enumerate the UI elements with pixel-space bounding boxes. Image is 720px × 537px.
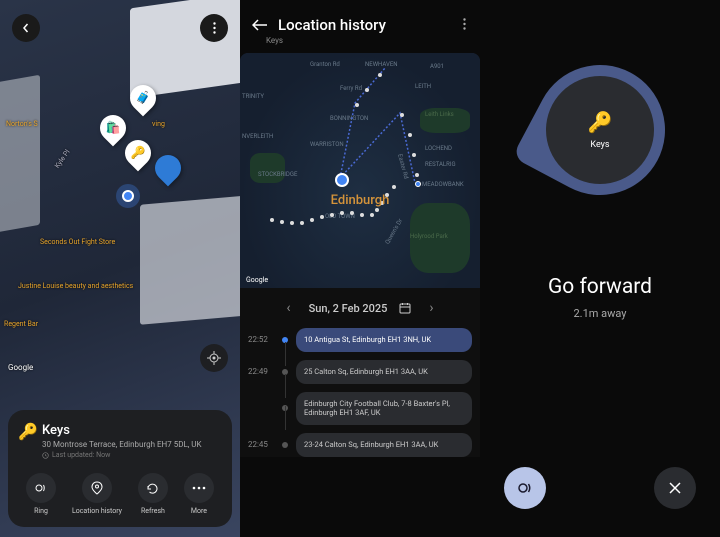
key-icon: 🔑 — [18, 422, 34, 438]
refresh-icon — [146, 482, 159, 495]
google-attribution: Google — [8, 363, 33, 372]
refresh-action[interactable]: Refresh — [138, 473, 168, 515]
google-attribution: Google — [246, 276, 268, 284]
back-button[interactable] — [12, 14, 40, 42]
more-vertical-icon — [213, 22, 216, 34]
history-panel: Location history Keys Granton Rd NEWHAVE… — [240, 0, 480, 537]
history-entry[interactable]: 22:49 25 Calton Sq, Edinburgh EH1 3AA, U… — [248, 360, 472, 384]
more-button[interactable] — [200, 14, 228, 42]
direction-instruction: Go forward — [480, 275, 720, 299]
item-name: Keys — [42, 423, 70, 438]
more-button[interactable] — [463, 18, 466, 30]
map-pin-luggage[interactable]: 🧳 — [130, 85, 156, 117]
current-date: Sun, 2 Feb 2025 — [309, 302, 388, 315]
calendar-button[interactable] — [399, 302, 411, 314]
entry-time: 22:45 — [248, 440, 274, 449]
entry-address: Edinburgh City Football Club, 7-8 Baxter… — [296, 392, 472, 426]
history-entry[interactable]: Edinburgh City Football Club, 7-8 Baxter… — [248, 392, 472, 426]
item-details-card: 🔑 Keys 30 Montrose Terrace, Edinburgh EH… — [8, 410, 232, 527]
entry-address: 23-24 Calton Sq, Edinburgh EH1 3AA, UK — [296, 433, 472, 457]
prev-date-button[interactable]: ‹ — [280, 300, 296, 316]
history-entry[interactable]: 22:52 10 Antigua St, Edinburgh EH1 3NH, … — [248, 328, 472, 352]
map-pin-bag[interactable]: 🛍️ — [100, 115, 126, 147]
more-vertical-icon — [463, 18, 466, 30]
ring-icon — [516, 479, 534, 497]
ring-button[interactable] — [504, 467, 546, 509]
clock-icon — [42, 452, 49, 459]
key-icon: 🔑 — [588, 110, 613, 134]
current-location-dot — [122, 190, 134, 202]
ring-icon — [34, 481, 48, 495]
location-icon — [91, 481, 103, 495]
distance-text: 2.1m away — [480, 307, 720, 320]
compass: 🔑 Keys — [535, 65, 665, 195]
back-button[interactable] — [252, 19, 268, 31]
chevron-left-icon — [21, 23, 31, 33]
close-icon — [669, 482, 681, 494]
map-pin-marker[interactable] — [155, 155, 181, 187]
track-path — [240, 53, 480, 288]
item-address: 30 Montrose Terrace, Edinburgh EH7 5DL, … — [42, 440, 222, 449]
poi-label: Seconds Out Fight Store — [40, 238, 115, 246]
entry-address: 10 Antigua St, Edinburgh EH1 3NH, UK — [296, 328, 472, 352]
close-button[interactable] — [654, 467, 696, 509]
history-entry[interactable]: 22:45 23-24 Calton Sq, Edinburgh EH1 3AA… — [248, 433, 472, 457]
entry-address: 25 Calton Sq, Edinburgh EH1 3AA, UK — [296, 360, 472, 384]
poi-label: Norton's S — [6, 120, 38, 128]
compass-item-name: Keys — [590, 140, 609, 150]
locate-me-button[interactable] — [200, 344, 228, 372]
bag-icon: 🛍️ — [106, 121, 121, 135]
calendar-icon — [399, 302, 411, 314]
map-panel: 🧳 🛍️ 🔑 Norton's S ving Kyle Pl Seconds O… — [0, 0, 240, 537]
history-action[interactable]: Location history — [72, 473, 122, 515]
entry-time: 22:52 — [248, 335, 274, 344]
direction-panel: 🔑 Keys Go forward 2.1m away — [480, 0, 720, 537]
date-navigator: ‹ Sun, 2 Feb 2025 › — [240, 288, 480, 328]
last-updated: Last updated: Now — [42, 451, 222, 459]
page-subtitle: Keys — [266, 36, 480, 45]
arrow-left-icon — [252, 19, 268, 31]
luggage-icon: 🧳 — [136, 91, 151, 105]
history-map[interactable]: Granton Rd NEWHAVEN A901 Ferry Rd LEITH … — [240, 53, 480, 288]
key-icon: 🔑 — [131, 146, 146, 160]
timeline-dot — [282, 442, 288, 448]
ring-action[interactable]: Ring — [26, 473, 56, 515]
crosshair-icon — [207, 351, 221, 365]
more-action[interactable]: More — [184, 473, 214, 515]
city-label: Edinburgh — [331, 193, 390, 208]
next-date-button[interactable]: › — [423, 300, 439, 316]
poi-label: ving — [152, 120, 165, 128]
poi-label: Justine Louise beauty and aesthetics — [18, 282, 133, 290]
history-list: 22:52 10 Antigua St, Edinburgh EH1 3NH, … — [240, 328, 480, 457]
entry-time: 22:49 — [248, 367, 274, 376]
page-title: Location history — [278, 16, 386, 34]
poi-label: Regent Bar — [4, 320, 38, 328]
current-location-dot — [335, 173, 349, 187]
more-horizontal-icon — [192, 486, 206, 490]
map-pin-keys[interactable]: 🔑 — [125, 140, 151, 172]
